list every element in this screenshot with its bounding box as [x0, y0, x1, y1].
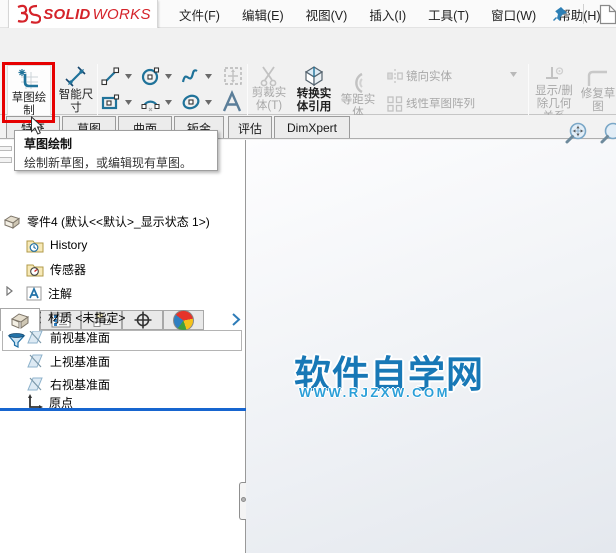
spline-tool-icon[interactable] — [181, 67, 200, 86]
new-document-icon[interactable] — [599, 4, 616, 25]
plane-icon — [26, 353, 44, 369]
line-dropdown-caret[interactable] — [125, 74, 132, 79]
tree-item-label: 注解 — [48, 286, 73, 301]
tree-item-label: 右视基准面 — [50, 377, 111, 392]
smart-dimension-button[interactable]: 智能尺寸 — [58, 65, 94, 115]
tree-item-label: 上视基准面 — [50, 354, 111, 369]
arc-tool-icon[interactable] — [141, 93, 160, 112]
tab-dimxpert[interactable]: DimXpert — [274, 116, 350, 139]
panel-fragment — [0, 157, 12, 163]
circle-tool-icon[interactable] — [141, 67, 160, 86]
solidworks-logo: SOLID WORKS — [8, 0, 158, 29]
mirror-entities-icon — [387, 69, 403, 83]
sensors-folder-icon — [26, 262, 44, 277]
sketch-ribbon: 草图绘制 智能尺寸 剪裁实体(T) 转换实体引用 等距实体 镜向实体 线性草图阵… — [0, 28, 616, 139]
mouse-cursor-icon — [30, 116, 44, 136]
tree-item-right-plane[interactable]: 右视基准面 — [0, 374, 244, 394]
trim-entities-button: 剪裁实体(T) — [250, 65, 288, 113]
trim-entities-label: 剪裁实体(T) — [251, 87, 287, 112]
convert-entities-button[interactable]: 转换实体引用 — [292, 64, 336, 114]
text-tool-icon[interactable] — [220, 90, 244, 114]
featuremanager-tab[interactable] — [0, 308, 40, 331]
offset-entities-button: 等距实体 — [340, 72, 376, 120]
zoom-to-fit-icon[interactable] — [563, 121, 589, 147]
smart-dimension-label: 智能尺寸 — [58, 89, 94, 114]
solidworks-logo-mark — [17, 4, 42, 24]
repair-sketch-label: 修复草图 — [580, 88, 616, 113]
watermark-url: WWW.RJZXW.COM — [299, 385, 450, 400]
arc-dropdown-caret[interactable] — [165, 100, 172, 105]
menubar-divider — [583, 4, 584, 24]
ellipse-tool-icon[interactable] — [181, 92, 201, 112]
rectangle-dropdown-caret[interactable] — [125, 100, 132, 105]
sketch-tooltip: 草图绘制 绘制新草图，或编辑现有草图。 — [14, 130, 218, 171]
sketch-icon — [17, 68, 41, 92]
tree-item-label: 前视基准面 — [50, 330, 111, 345]
repair-sketch-icon — [586, 68, 610, 88]
offset-entities-icon — [347, 72, 369, 94]
ellipse-dropdown-caret[interactable] — [205, 100, 212, 105]
line-tool-icon[interactable] — [101, 67, 120, 86]
featuremanager-icon — [9, 311, 31, 329]
tree-item-history[interactable]: History — [0, 235, 244, 255]
part-icon — [3, 214, 21, 229]
linear-pattern-icon — [387, 96, 403, 112]
tree-item-top-plane[interactable]: 上视基准面 — [0, 351, 244, 371]
menu-window[interactable]: 窗口(W) — [480, 5, 547, 24]
logo-text-works: WORKS — [92, 5, 151, 23]
tab-evaluate-label: 评估 — [237, 121, 262, 136]
tree-item-label: History — [50, 238, 88, 252]
relations-icon — [543, 65, 565, 85]
zoom-to-area-icon[interactable] — [598, 121, 616, 147]
sketch-button[interactable]: 草图绘制 — [7, 65, 51, 121]
tree-root-label: 零件4 (默认<<默认>_显示状态 1>) — [27, 214, 210, 229]
tab-evaluate[interactable]: 评估 — [228, 116, 272, 139]
tree-item-sensors[interactable]: 传感器 — [0, 259, 244, 279]
trim-entities-icon — [258, 65, 280, 87]
plane-icon — [26, 376, 44, 392]
sketch-picture-icon — [223, 66, 243, 86]
main-menu: 文件(F) 编辑(E) 视图(V) 插入(I) 工具(T) 窗口(W) 帮助(H… — [168, 0, 612, 28]
menu-insert[interactable]: 插入(I) — [358, 5, 417, 24]
convert-entities-icon — [302, 64, 326, 88]
tab-dimxpert-label: DimXpert — [286, 121, 337, 135]
circle-dropdown-caret[interactable] — [165, 74, 172, 79]
tooltip-title: 草图绘制 — [24, 137, 73, 151]
feature-manager-panel: 零件4 (默认<<默认>_显示状态 1>) History 传感器 注解 材质 … — [0, 140, 246, 553]
tree-item-label: 传感器 — [50, 262, 87, 277]
mirror-entities-label: 镜向实体 — [406, 71, 452, 83]
tree-item-annotations[interactable]: 注解 — [0, 283, 244, 303]
convert-entities-label: 转换实体引用 — [296, 88, 332, 113]
linear-pattern-label: 线性草图阵列 — [406, 98, 475, 110]
annotations-icon — [26, 286, 42, 301]
repair-sketch-button: 修复草图 — [578, 68, 616, 114]
tree-root-part[interactable]: 零件4 (默认<<默认>_显示状态 1>) — [0, 211, 244, 231]
spline-dropdown-caret[interactable] — [205, 74, 212, 79]
plane-icon — [26, 329, 44, 345]
solidworks-window: 文件(F) 编辑(E) 视图(V) 插入(I) 工具(T) 窗口(W) 帮助(H… — [0, 0, 616, 553]
smart-dimension-icon — [64, 65, 88, 89]
logo-text-solid: SOLID — [43, 5, 91, 23]
panel-splitter-line[interactable] — [0, 408, 246, 411]
tree-item-label: 材质 <未指定> — [48, 310, 126, 325]
menu-file[interactable]: 文件(F) — [168, 5, 231, 24]
pin-icon[interactable] — [552, 6, 568, 22]
menu-tools[interactable]: 工具(T) — [417, 5, 480, 24]
history-folder-icon — [26, 238, 44, 253]
mirror-group-caret — [510, 72, 517, 77]
panel-fragment — [0, 146, 12, 151]
menu-edit[interactable]: 编辑(E) — [231, 5, 295, 24]
tooltip-description: 绘制新草图，或编辑现有草图。 — [24, 156, 193, 170]
menu-view[interactable]: 视图(V) — [295, 5, 359, 24]
rectangle-tool-icon[interactable] — [101, 93, 120, 112]
